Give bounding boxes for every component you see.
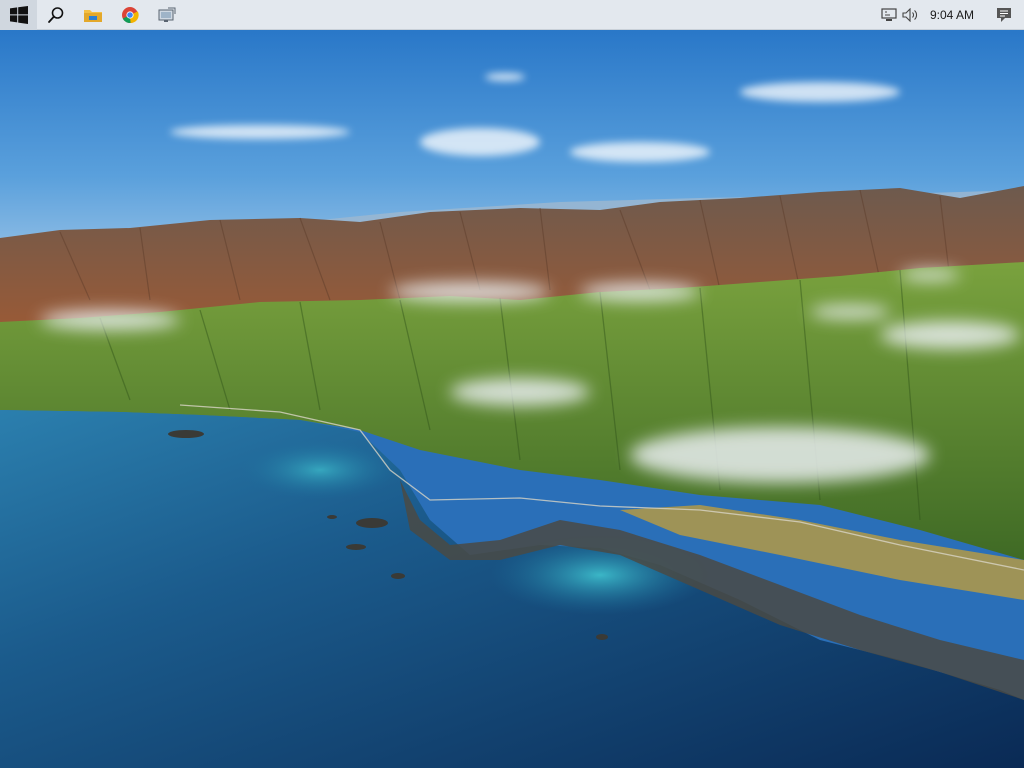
remote-desktop-icon — [158, 7, 175, 22]
remote-desktop-button[interactable] — [148, 0, 185, 30]
taskbar: 9:04 AM — [0, 0, 1024, 30]
desktop: 9:04 AM — [0, 0, 1024, 768]
desktop-wallpaper — [0, 0, 1024, 768]
volume-button[interactable] — [900, 0, 922, 30]
chrome-icon — [121, 6, 139, 23]
volume-icon — [902, 7, 917, 22]
search-icon — [47, 6, 63, 23]
action-center-button[interactable] — [984, 0, 1024, 30]
taskbar-clock[interactable]: 9:04 AM — [922, 8, 984, 22]
action-center-icon — [997, 7, 1011, 22]
file-explorer-icon — [83, 9, 102, 22]
windows-logo-icon — [9, 5, 28, 24]
start-button[interactable] — [0, 0, 37, 30]
search-button[interactable] — [37, 0, 74, 30]
network-icon — [881, 7, 897, 21]
chrome-button[interactable] — [111, 0, 148, 30]
file-explorer-button[interactable] — [74, 0, 111, 30]
network-button[interactable] — [878, 0, 900, 30]
system-tray: 9:04 AM — [878, 0, 1024, 30]
